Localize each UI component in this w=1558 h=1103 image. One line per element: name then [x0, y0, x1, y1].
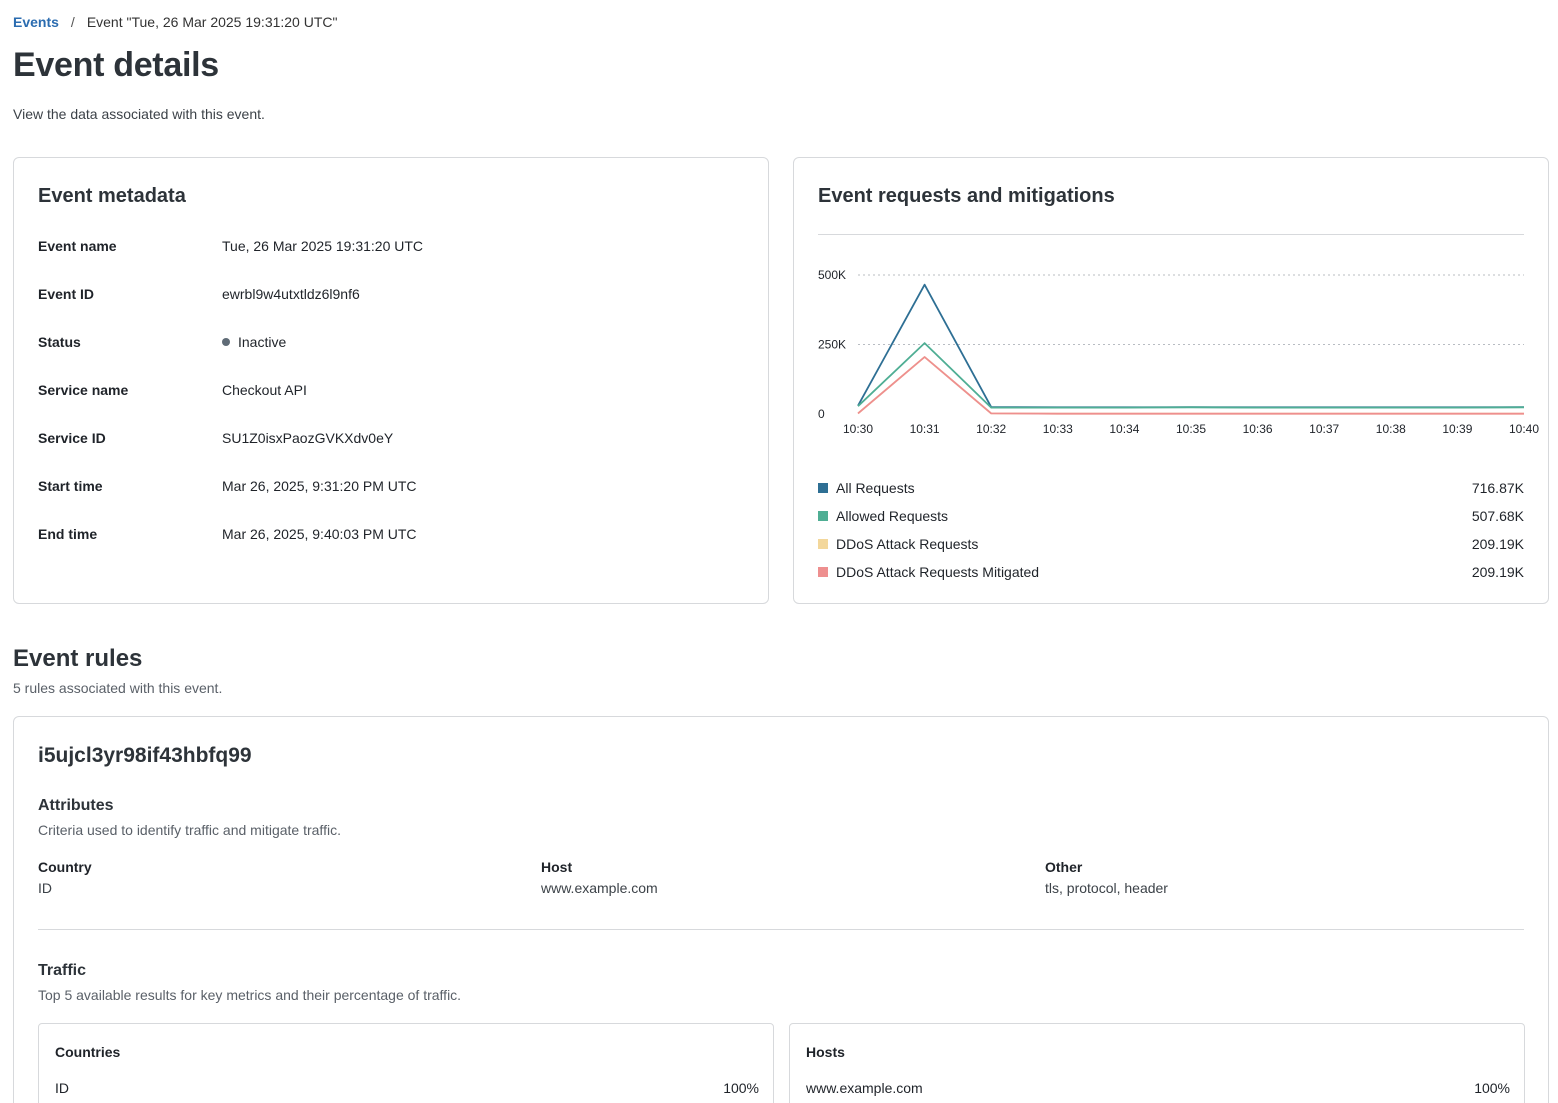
attribute-value: www.example.com	[541, 880, 658, 896]
attributes-description: Criteria used to identify traffic and mi…	[38, 822, 341, 838]
breadcrumb: Events / Event "Tue, 26 Mar 2025 19:31:2…	[13, 14, 337, 30]
event-requests-title: Event requests and mitigations	[818, 185, 1115, 207]
legend-label: DDoS Attack Requests Mitigated	[836, 564, 1040, 580]
meta-label: Service ID	[38, 430, 106, 446]
legend-swatch	[818, 483, 828, 493]
x-tick-label: 10:39	[1442, 422, 1472, 436]
traffic-description: Top 5 available results for key metrics …	[38, 987, 462, 1003]
attribute-value: ID	[38, 880, 52, 896]
traffic-country-name: ID	[55, 1080, 69, 1096]
rule-card: i5ujcl3yr98if43hbfq99 Attributes Criteri…	[13, 716, 1549, 1103]
legend-total: 716.87K	[1471, 480, 1524, 496]
event-metadata-title: Event metadata	[38, 185, 186, 207]
legend-label: All Requests	[836, 480, 915, 496]
breadcrumb-current: Event "Tue, 26 Mar 2025 19:31:20 UTC"	[86, 14, 338, 30]
x-tick-label: 10:38	[1376, 422, 1406, 436]
attribute-other: Other tls, protocol, header	[1045, 859, 1168, 896]
traffic-host-name: www.example.com	[806, 1080, 923, 1096]
y-tick-label: 0	[818, 407, 825, 421]
meta-row-start-time: Start time Mar 26, 2025, 9:31:20 PM UTC	[38, 478, 417, 494]
traffic-hosts-box: Hosts www.example.com 100%	[789, 1023, 1525, 1103]
attribute-country: Country ID	[38, 859, 92, 896]
y-tick-label: 250K	[818, 338, 846, 352]
rule-id: i5ujcl3yr98if43hbfq99	[38, 744, 252, 767]
legend-swatch	[818, 511, 828, 521]
meta-value: Checkout API	[222, 382, 307, 398]
legend-total: 507.68K	[1471, 508, 1524, 524]
breadcrumb-events-link[interactable]: Events	[13, 14, 59, 30]
attribute-label: Other	[1045, 859, 1083, 875]
meta-label: Service name	[38, 382, 129, 398]
traffic-title: Traffic	[38, 962, 87, 979]
meta-row-event-id: Event ID ewrbl9w4utxtldz6l9nf6	[38, 286, 360, 302]
event-metadata-card: Event metadata Event name Tue, 26 Mar 20…	[13, 157, 769, 604]
traffic-country-row: ID 100%	[55, 1080, 759, 1096]
legend-item-ddos-attack-requests-mitigated[interactable]: DDoS Attack Requests Mitigated 209.19K	[818, 558, 1524, 586]
attribute-value: tls, protocol, header	[1045, 880, 1168, 896]
x-tick-label: 10:32	[976, 422, 1006, 436]
x-tick-label: 10:35	[1176, 422, 1206, 436]
event-rules-subtitle: 5 rules associated with this event.	[13, 680, 223, 696]
attribute-label: Host	[541, 859, 573, 875]
legend-total: 209.19K	[1471, 564, 1524, 580]
traffic-countries-box: Countries ID 100%	[38, 1023, 774, 1103]
traffic-hosts-title: Hosts	[806, 1044, 845, 1060]
series-line-all-requests	[857, 283, 1525, 409]
legend-item-allowed-requests[interactable]: Allowed Requests 507.68K	[818, 502, 1524, 530]
meta-value: ewrbl9w4utxtldz6l9nf6	[222, 286, 360, 302]
chart-divider	[818, 234, 1524, 235]
traffic-countries-title: Countries	[55, 1044, 121, 1060]
attributes-title: Attributes	[38, 797, 114, 814]
attribute-label: Country	[38, 859, 92, 875]
status-dot-icon	[222, 338, 230, 346]
breadcrumb-separator: /	[70, 14, 75, 30]
traffic-host-pct: 100%	[1474, 1080, 1510, 1096]
traffic-country-pct: 100%	[723, 1080, 759, 1096]
legend-swatch	[818, 539, 828, 549]
meta-value: Tue, 26 Mar 2025 19:31:20 UTC	[222, 238, 424, 254]
meta-label: End time	[38, 526, 98, 542]
meta-row-event-name: Event name Tue, 26 Mar 2025 19:31:20 UTC	[38, 238, 423, 254]
x-tick-label: 10:40	[1509, 422, 1539, 436]
attribute-host: Host www.example.com	[541, 859, 658, 896]
event-rules-title: Event rules	[13, 645, 143, 672]
chart-legend: All Requests 716.87K Allowed Requests 50…	[818, 474, 1524, 586]
meta-row-end-time: End time Mar 26, 2025, 9:40:03 PM UTC	[38, 526, 417, 542]
meta-value: Mar 26, 2025, 9:40:03 PM UTC	[222, 526, 417, 542]
event-requests-card: Event requests and mitigations 0 250K 500K…	[793, 157, 1549, 604]
legend-swatch	[818, 567, 828, 577]
meta-label: Status	[38, 334, 81, 350]
x-tick-label: 10:31	[910, 422, 940, 436]
traffic-host-row: www.example.com 100%	[806, 1080, 1510, 1096]
legend-label: Allowed Requests	[836, 508, 949, 524]
y-tick-label: 500K	[818, 268, 846, 282]
meta-row-service-name: Service name Checkout API	[38, 382, 307, 398]
meta-value: SU1Z0isxPaozGVKXdv0eY	[222, 430, 394, 446]
meta-row-status: Status Inactive	[38, 334, 286, 350]
x-tick-label: 10:36	[1243, 422, 1273, 436]
status-text: Inactive	[238, 334, 287, 350]
x-tick-label: 10:30	[843, 422, 873, 436]
legend-total: 209.19K	[1471, 536, 1524, 552]
meta-label: Start time	[38, 478, 103, 494]
series-line-ddos-attack-requests-mitigated	[857, 356, 1524, 415]
x-tick-label: 10:33	[1043, 422, 1073, 436]
series-line-allowed-requests	[857, 342, 1525, 409]
meta-label: Event ID	[38, 286, 95, 302]
status-badge: Inactive	[222, 334, 286, 350]
legend-item-all-requests[interactable]: All Requests 716.87K	[818, 474, 1524, 502]
x-tick-label: 10:37	[1309, 422, 1339, 436]
meta-value: Mar 26, 2025, 9:31:20 PM UTC	[222, 478, 417, 494]
legend-item-ddos-attack-requests[interactable]: DDoS Attack Requests 209.19K	[818, 530, 1524, 558]
requests-line-chart[interactable]: 0 250K 500K 10:30 10:31 10:32 10:33 10:34 10:35 1…	[794, 258, 1550, 448]
page-subtitle: View the data associated with this event…	[13, 106, 265, 122]
x-tick-label: 10:34	[1109, 422, 1139, 436]
meta-label: Event name	[38, 238, 117, 254]
meta-row-service-id: Service ID SU1Z0isxPaozGVKXdv0eY	[38, 430, 393, 446]
page-title: Event details	[13, 46, 219, 84]
rule-divider	[38, 929, 1524, 930]
legend-label: DDoS Attack Requests	[836, 536, 979, 552]
